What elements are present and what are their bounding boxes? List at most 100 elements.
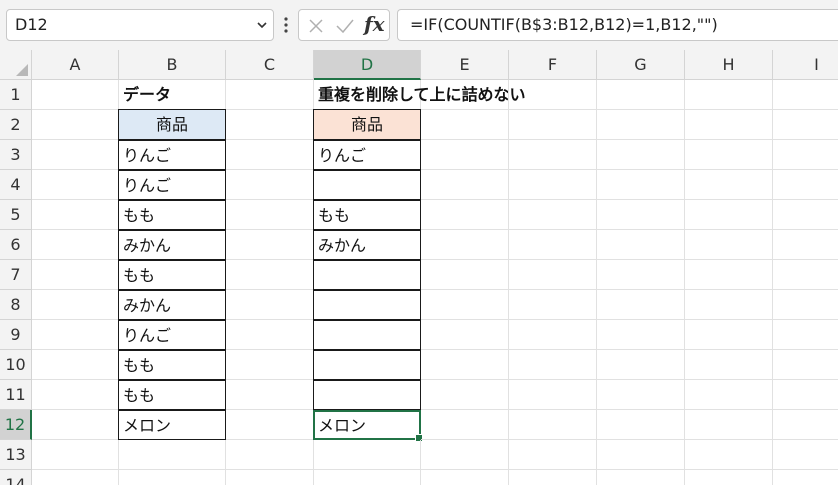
cell-i12[interactable] — [773, 410, 838, 440]
cell-g7[interactable] — [597, 260, 685, 290]
cell-a6[interactable] — [32, 230, 119, 260]
cell-c10[interactable] — [226, 350, 314, 380]
cell-b2[interactable]: 商品 — [118, 109, 226, 140]
name-box[interactable]: D12 — [6, 9, 274, 41]
cell-d11[interactable] — [313, 380, 421, 410]
name-box-value[interactable]: D12 — [15, 10, 48, 40]
cell-i14[interactable] — [773, 470, 838, 485]
cell-i3[interactable] — [773, 140, 838, 170]
cell-c2[interactable] — [226, 110, 314, 140]
insert-function-button[interactable]: fx — [364, 12, 385, 36]
cell-h5[interactable] — [685, 200, 773, 230]
cell-f12[interactable] — [509, 410, 597, 440]
cell-d10[interactable] — [313, 350, 421, 380]
cell-a13[interactable] — [32, 440, 119, 470]
cell-f13[interactable] — [509, 440, 597, 470]
cell-h10[interactable] — [685, 350, 773, 380]
cell-f3[interactable] — [509, 140, 597, 170]
row-header-12[interactable]: 12 — [0, 410, 32, 440]
cell-h4[interactable] — [685, 170, 773, 200]
cell-i10[interactable] — [773, 350, 838, 380]
cell-g2[interactable] — [597, 110, 685, 140]
cell-a10[interactable] — [32, 350, 119, 380]
cell-h1[interactable] — [685, 80, 773, 110]
cell-g14[interactable] — [597, 470, 685, 485]
cell-c6[interactable] — [226, 230, 314, 260]
cell-a2[interactable] — [32, 110, 119, 140]
column-header-e[interactable]: E — [421, 50, 509, 80]
cell-e9[interactable] — [421, 320, 509, 350]
cell-e12[interactable] — [421, 410, 509, 440]
cell-b3[interactable]: りんご — [118, 140, 226, 170]
cell-b10[interactable]: もも — [118, 350, 226, 380]
cell-e5[interactable] — [421, 200, 509, 230]
x-icon[interactable] — [307, 17, 325, 35]
cell-c7[interactable] — [226, 260, 314, 290]
cell-e7[interactable] — [421, 260, 509, 290]
cell-f10[interactable] — [509, 350, 597, 380]
cell-e11[interactable] — [421, 380, 509, 410]
column-header-g[interactable]: G — [597, 50, 685, 80]
cell-d14[interactable] — [314, 470, 421, 485]
cell-i13[interactable] — [773, 440, 838, 470]
cell-e3[interactable] — [421, 140, 509, 170]
cell-d12[interactable]: メロン — [313, 410, 423, 442]
cell-b11[interactable]: もも — [118, 380, 226, 410]
cell-g11[interactable] — [597, 380, 685, 410]
column-header-d[interactable]: D — [314, 50, 421, 80]
cell-f7[interactable] — [509, 260, 597, 290]
cell-g10[interactable] — [597, 350, 685, 380]
cell-e14[interactable] — [421, 470, 509, 485]
cell-c5[interactable] — [226, 200, 314, 230]
cell-c1[interactable] — [226, 80, 314, 110]
cell-g6[interactable] — [597, 230, 685, 260]
row-header-10[interactable]: 10 — [0, 350, 32, 380]
row-header-14[interactable]: 14 — [0, 470, 32, 485]
cell-c14[interactable] — [226, 470, 314, 485]
cell-i2[interactable] — [773, 110, 838, 140]
cell-h7[interactable] — [685, 260, 773, 290]
cell-f14[interactable] — [509, 470, 597, 485]
cell-c12[interactable] — [226, 410, 314, 440]
cell-e4[interactable] — [421, 170, 509, 200]
cell-i5[interactable] — [773, 200, 838, 230]
cell-e13[interactable] — [421, 440, 509, 470]
row-header-11[interactable]: 11 — [0, 380, 32, 410]
cell-d9[interactable] — [313, 320, 421, 350]
column-header-c[interactable]: C — [226, 50, 314, 80]
cell-g1[interactable] — [597, 80, 685, 110]
cell-f5[interactable] — [509, 200, 597, 230]
cell-a14[interactable] — [32, 470, 119, 485]
cell-f8[interactable] — [509, 290, 597, 320]
cell-c8[interactable] — [226, 290, 314, 320]
cell-g12[interactable] — [597, 410, 685, 440]
cell-a3[interactable] — [32, 140, 119, 170]
cell-d8[interactable] — [313, 290, 421, 320]
column-header-b[interactable]: B — [119, 50, 226, 80]
cell-g4[interactable] — [597, 170, 685, 200]
cell-i8[interactable] — [773, 290, 838, 320]
cell-b6[interactable]: みかん — [118, 230, 226, 260]
row-header-8[interactable]: 8 — [0, 290, 32, 320]
cell-b4[interactable]: りんご — [118, 170, 226, 200]
cell-i11[interactable] — [773, 380, 838, 410]
cell-a12[interactable] — [32, 410, 119, 440]
cell-i1[interactable] — [773, 80, 838, 110]
cell-a11[interactable] — [32, 380, 119, 410]
cell-d13[interactable] — [314, 440, 421, 470]
column-header-a[interactable]: A — [32, 50, 119, 80]
row-header-2[interactable]: 2 — [0, 110, 32, 140]
cell-h11[interactable] — [685, 380, 773, 410]
cell-d7[interactable] — [313, 260, 421, 290]
formula-text[interactable]: =IF(COUNTIF(B$3:B12,B12)=1,B12,"") — [410, 10, 718, 40]
cell-h8[interactable] — [685, 290, 773, 320]
select-all-button[interactable] — [0, 50, 32, 80]
cell-f1[interactable] — [509, 80, 597, 110]
cell-b12[interactable]: メロン — [118, 410, 226, 440]
row-header-9[interactable]: 9 — [0, 320, 32, 350]
cell-a9[interactable] — [32, 320, 119, 350]
cell-b1[interactable]: データ — [119, 80, 226, 110]
cell-f2[interactable] — [509, 110, 597, 140]
cell-e8[interactable] — [421, 290, 509, 320]
cell-g8[interactable] — [597, 290, 685, 320]
